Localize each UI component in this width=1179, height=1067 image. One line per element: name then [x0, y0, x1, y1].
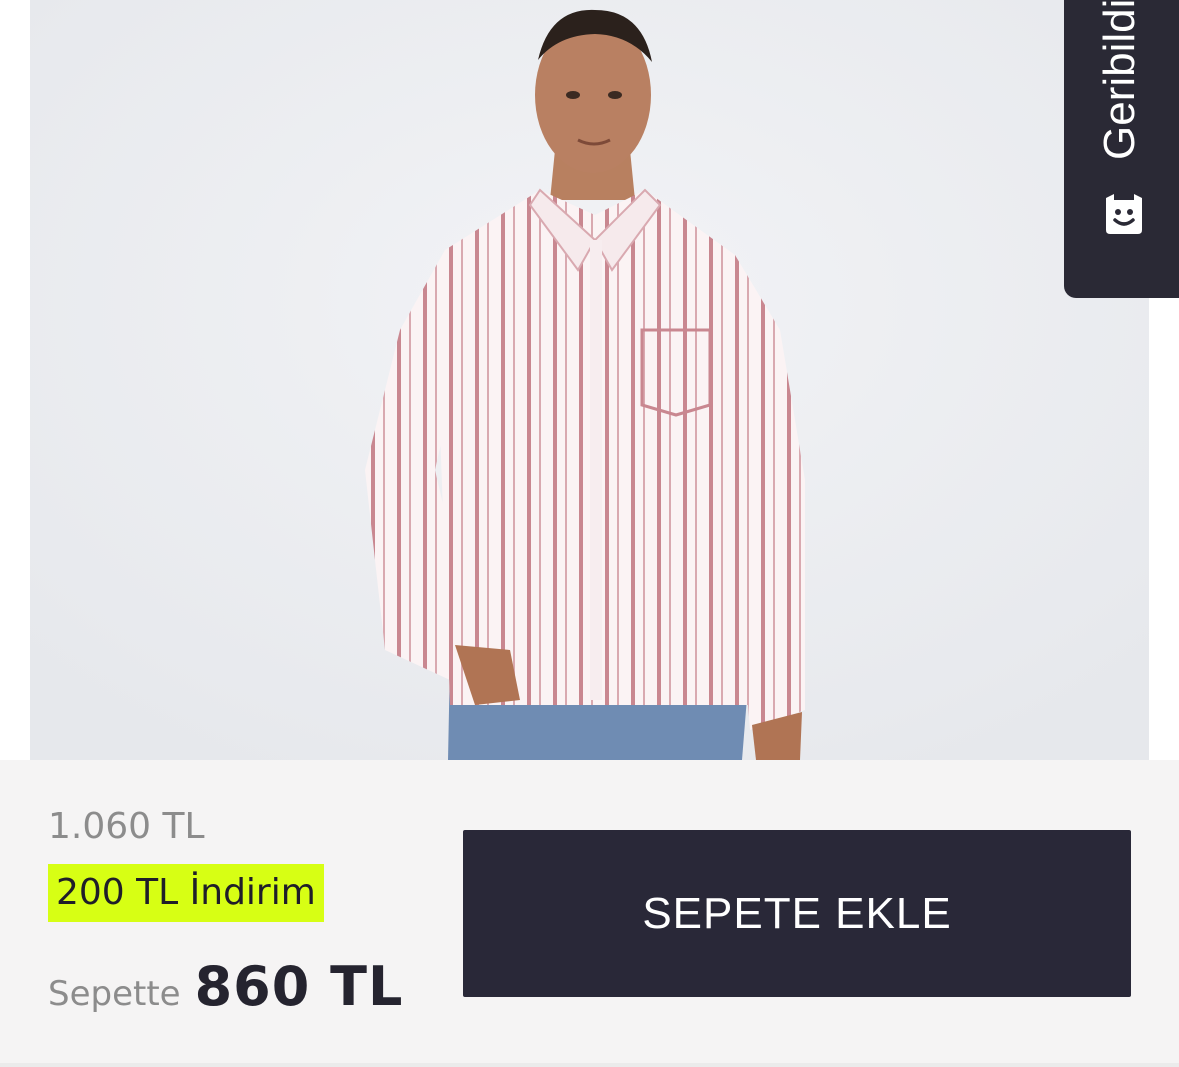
basket-price: 860 TL [194, 955, 404, 1018]
bottom-divider [0, 1063, 1179, 1067]
smiley-face-icon [1106, 194, 1142, 234]
basket-price-label: Sepette [48, 974, 181, 1014]
model-photo [30, 0, 1149, 760]
purchase-bar: 1.060 TL 200 TL İndirim Sepette 860 TL S… [0, 760, 1179, 1067]
feedback-label: Geribildirim [1095, 0, 1144, 160]
add-to-cart-button[interactable]: SEPETE EKLE [463, 830, 1131, 997]
feedback-tab[interactable]: Geribildirim [1064, 0, 1179, 298]
old-price: 1.060 TL [48, 806, 205, 847]
discount-badge: 200 TL İndirim [48, 864, 324, 922]
basket-price-row: Sepette 860 TL [48, 955, 403, 1025]
product-image[interactable] [30, 0, 1149, 760]
